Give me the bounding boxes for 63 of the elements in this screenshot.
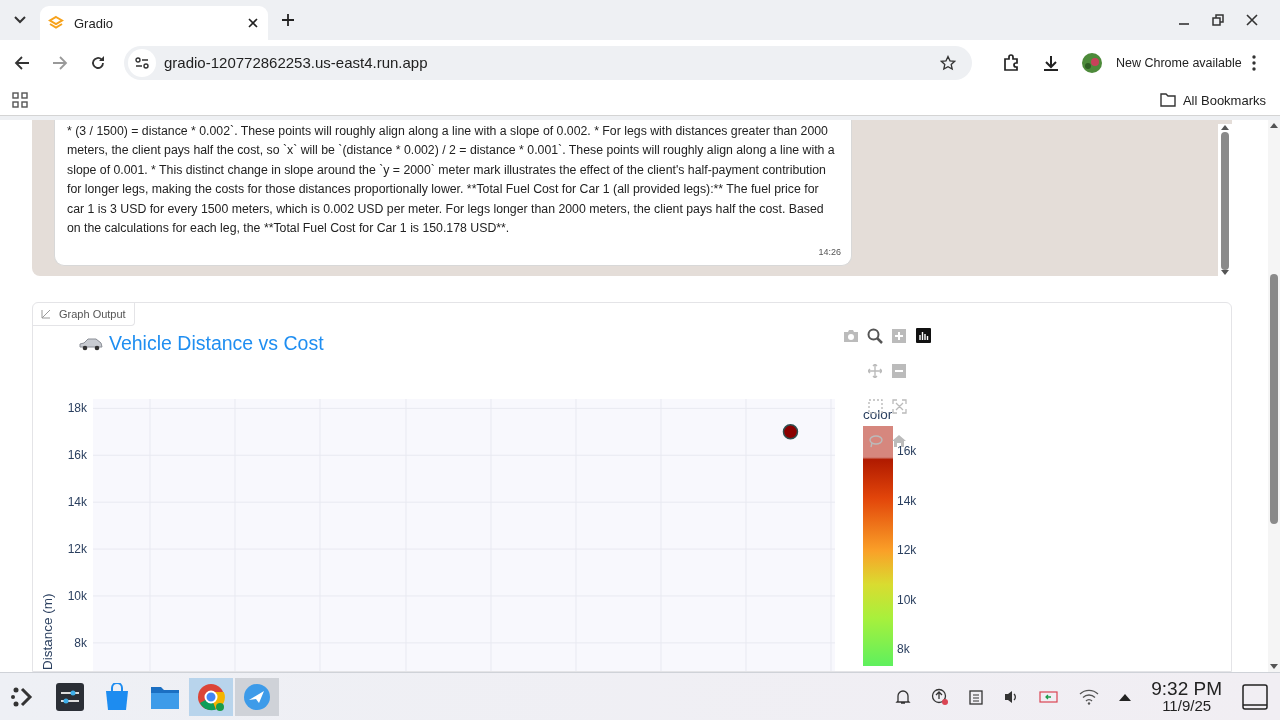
colorbar-tick-label: 10k	[897, 591, 917, 608]
restore-icon[interactable]	[1212, 14, 1224, 26]
axis-tick-label: 18k	[67, 401, 87, 416]
clipboard-icon[interactable]	[969, 688, 984, 705]
close-icon[interactable]	[1246, 14, 1258, 26]
axis-tick-label: 8k	[74, 635, 87, 650]
update-icon[interactable]	[931, 687, 950, 706]
colorbar-tick-label: 16k	[897, 443, 917, 459]
axis-tick-label: 12k	[67, 542, 87, 557]
site-settings-icon[interactable]	[128, 48, 156, 77]
chart-logo-icon[interactable]	[916, 328, 931, 343]
scroll-up-icon[interactable]	[1221, 124, 1229, 130]
folder-icon	[1159, 93, 1176, 107]
colorbar-tick-label: 14k	[897, 492, 917, 509]
close-icon[interactable]	[248, 18, 258, 28]
chart-title: Vehicle Distance vs Cost	[109, 332, 324, 355]
clock-date[interactable]: 11/9/25	[1162, 698, 1212, 714]
forward-icon[interactable]	[52, 54, 68, 71]
block-label: Graph Output	[33, 303, 135, 326]
tab-list-icon[interactable]	[14, 16, 26, 24]
scroll-down-icon[interactable]	[1270, 664, 1278, 670]
page-scrollbar[interactable]	[1268, 120, 1280, 672]
update-button[interactable]: New Chrome available	[1116, 55, 1242, 70]
axis-tick-label: 10k	[67, 588, 87, 603]
app-bird-icon[interactable]	[235, 677, 279, 716]
avatar-icon[interactable]	[1082, 52, 1102, 73]
new-tab-icon[interactable]	[282, 14, 294, 26]
wifi-icon[interactable]	[1079, 688, 1100, 705]
bookmark-folder[interactable]: All Bookmarks	[1159, 92, 1266, 108]
car-icon	[79, 336, 103, 351]
clock-time[interactable]: 9:32 PM	[1151, 679, 1222, 698]
colorbar-tick-label: 12k	[897, 542, 917, 558]
browser-tab[interactable]: Gradio	[40, 6, 268, 40]
reload-icon[interactable]	[90, 54, 106, 71]
store-bag-icon[interactable]	[104, 682, 130, 711]
axis-tick-label: 16k	[67, 448, 87, 463]
url-text: gradio-120772862253.us-east4.run.app	[164, 54, 429, 71]
chart-icon	[41, 309, 51, 319]
more-icon[interactable]	[1251, 54, 1256, 71]
axis-tick-label: 14k	[67, 495, 87, 510]
axis-title: Distance (m)	[40, 593, 55, 670]
star-icon[interactable]	[940, 54, 956, 71]
chrome-icon[interactable]	[189, 677, 233, 716]
back-icon[interactable]	[14, 54, 30, 71]
settings-app-icon[interactable]	[56, 682, 84, 711]
colorbar-tick-label: 8k	[897, 641, 911, 657]
address-bar[interactable]: gradio-120772862253.us-east4.run.app	[124, 45, 972, 80]
gradio-logo-icon	[48, 15, 64, 31]
battery-icon[interactable]	[1039, 690, 1060, 703]
data-point[interactable]	[782, 424, 799, 440]
message-text: * (3 / 1500) = distance * 0.002`. These points will roughly align along a line with a slope of 0.002. * For legs with distances greater than 2000 meters, the client pays half the cost, so `x` will be `(distance * 0.002) / 2 = distance * 0.001`. These points will roughly align along a line with a slope of 0.001. * This distinct change in slope around the `y = 2000` meter mark illustrates the effect of the client's half-payment contribution for longer legs, making the costs for those distances proportionally lower. **Total Fuel Cost for Car 1 (all provided legs):** The fuel price for car 1 is 3 USD for every 1500 meters, which is 0.002 USD per meter. For legs longer than 2000 meters, the client pays half the cost. Based on the calculations for each leg, the **Total Fuel Cost for Car 1 is 150.178 USD**.	[67, 123, 836, 238]
scroll-up-icon[interactable]	[1270, 122, 1278, 128]
colorbar-title: color	[863, 407, 894, 422]
puzzle-icon[interactable]	[1002, 53, 1020, 72]
message-time: 14:26	[818, 247, 841, 257]
apps-icon[interactable]	[12, 92, 28, 108]
home-icon[interactable]	[892, 435, 906, 447]
scrollbar[interactable]	[1218, 124, 1232, 276]
zoom-icon[interactable]	[867, 328, 883, 344]
show-desktop-icon[interactable]	[1242, 683, 1268, 710]
download-icon[interactable]	[1042, 53, 1060, 72]
bell-icon[interactable]	[895, 688, 912, 705]
tray-expand-icon[interactable]	[1119, 692, 1132, 701]
